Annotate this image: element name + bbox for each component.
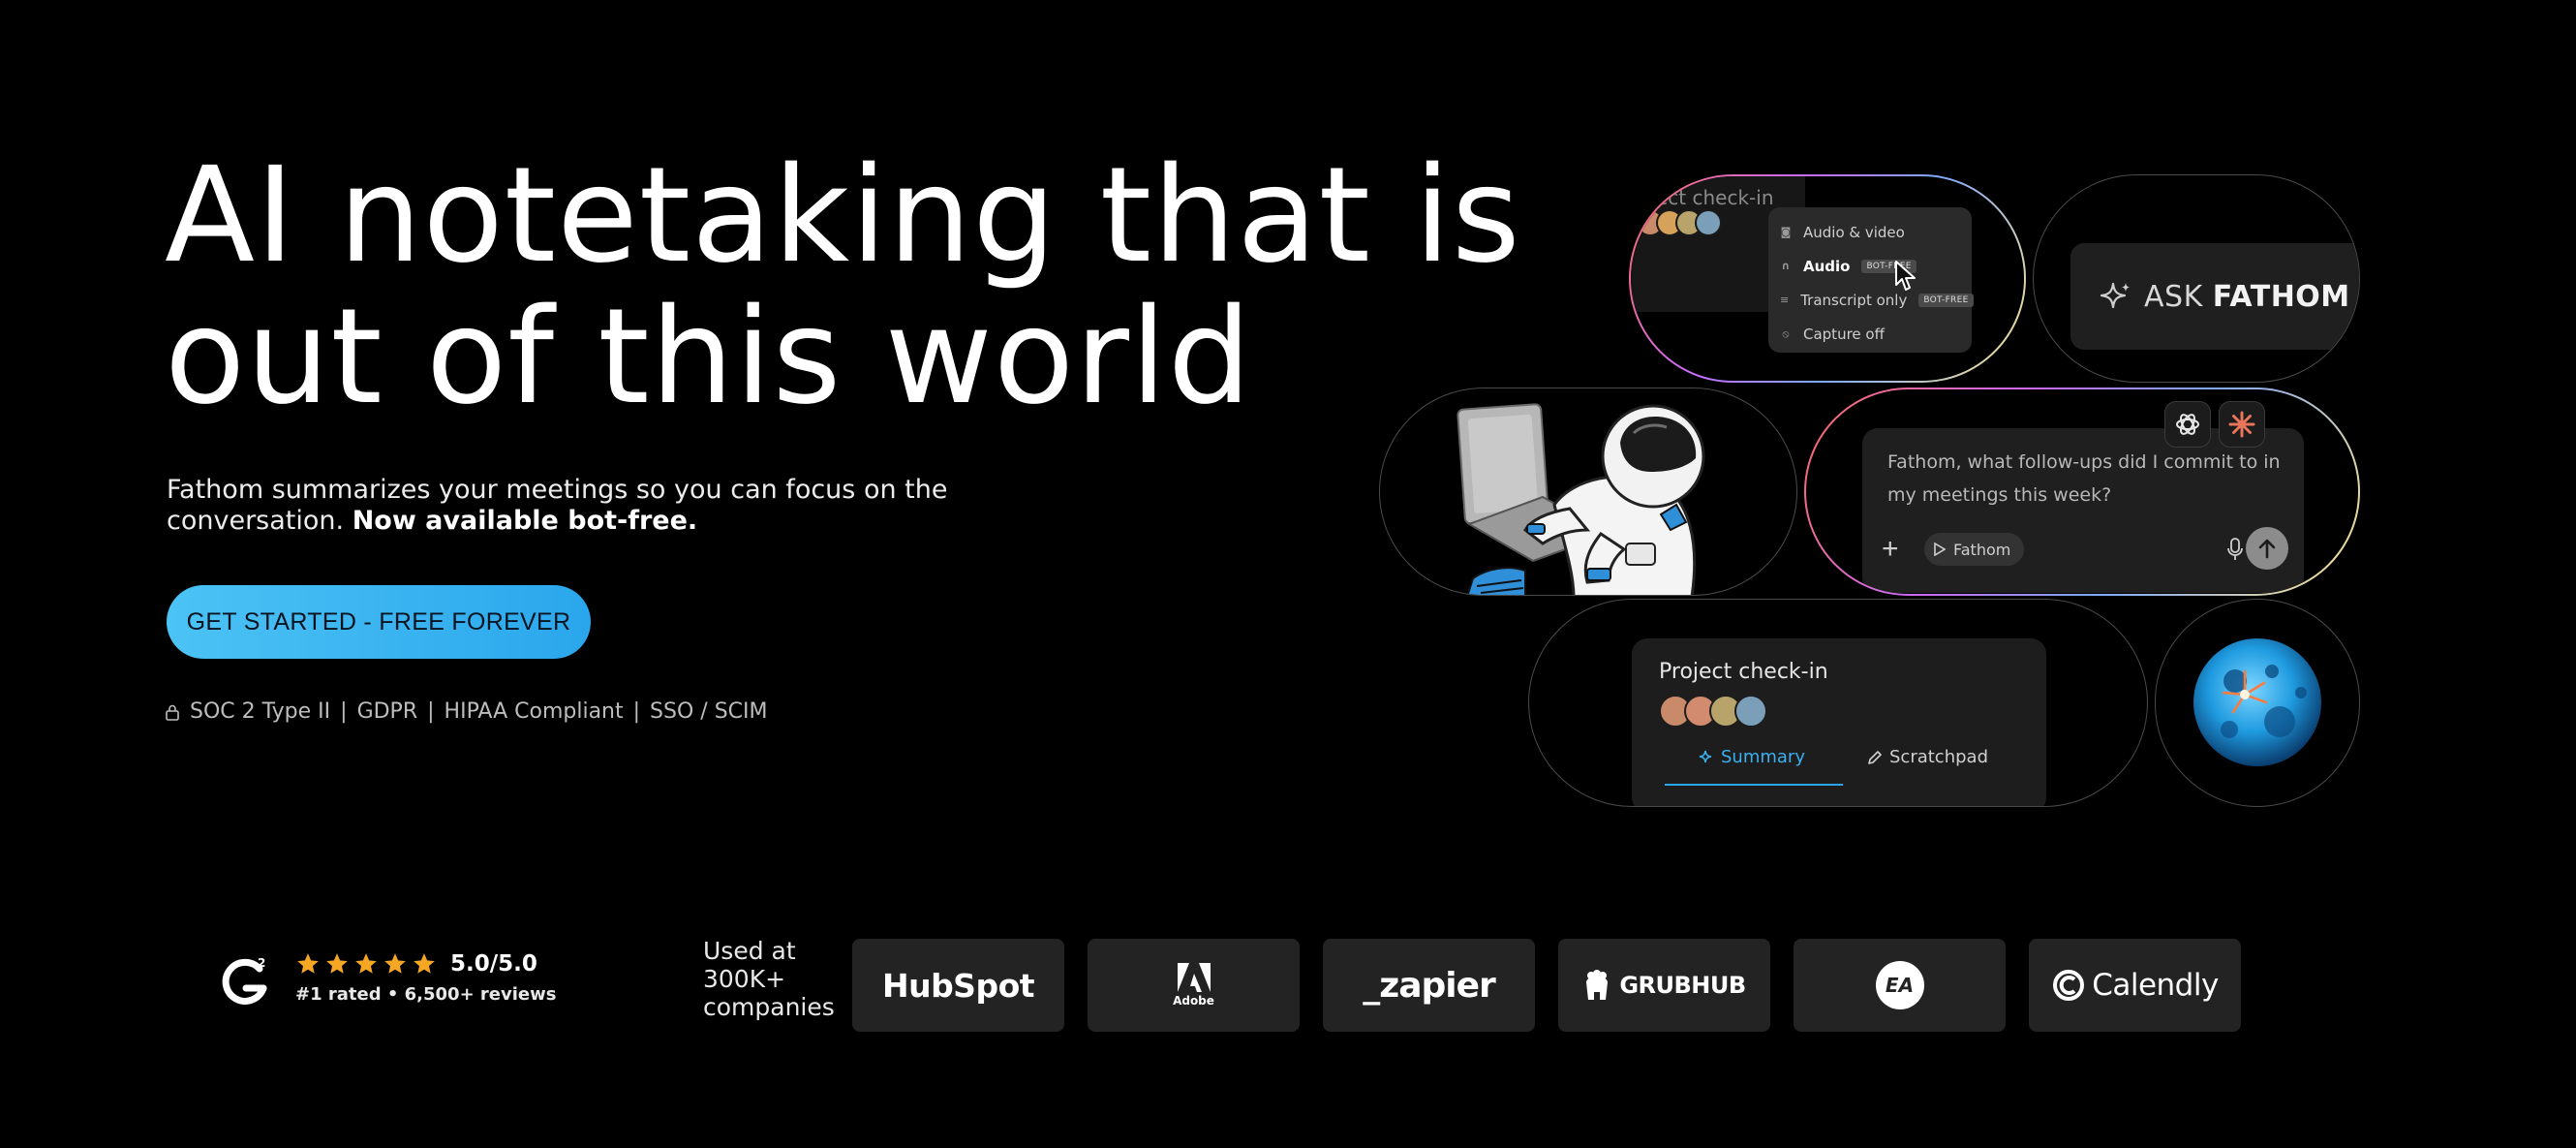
star-icon <box>297 953 319 974</box>
moon-pill <box>2155 599 2360 807</box>
lock-icon <box>165 703 180 721</box>
grubhub-logo: GRUBHUB <box>1558 939 1770 1032</box>
claude-icon <box>2228 411 2255 438</box>
play-icon <box>1934 543 1946 556</box>
send-button[interactable] <box>2246 527 2288 570</box>
compliance-soc2: SOC 2 Type II <box>190 699 331 724</box>
microphone-icon[interactable] <box>2226 537 2244 562</box>
meeting-card-title-partial: ect check-in <box>1656 186 1774 209</box>
claude-badge <box>2219 401 2265 448</box>
menu-item-transcript-only[interactable]: ≡ Transcript only BOT-FREE <box>1768 283 1974 317</box>
lines-icon: ≡ <box>1780 293 1790 306</box>
compliance-separator: | <box>632 699 641 724</box>
star-rating: 5.0/5.0 <box>295 951 556 977</box>
company-name: _zapier <box>1363 965 1496 1006</box>
menu-item-audio[interactable]: ∩ Audio BOT-FREE <box>1768 249 1972 283</box>
chat-prompt-text[interactable]: Fathom, what follow-ups did I commit to … <box>1887 446 2294 512</box>
avatar <box>1695 209 1722 236</box>
ask-fathom-pill: ASK FATHOM <box>2033 174 2360 383</box>
pencil-icon <box>1868 750 1882 764</box>
company-name: EA <box>1885 974 1915 997</box>
company-name: Adobe <box>1173 994 1214 1008</box>
star-icon <box>414 953 435 974</box>
arrow-up-icon <box>2258 539 2276 559</box>
menu-item-label: Audio & video <box>1803 223 1905 241</box>
active-tab-indicator <box>1665 784 1843 786</box>
openai-icon <box>2176 414 2199 435</box>
ea-logo: EA <box>1794 939 2006 1032</box>
avatar <box>1734 695 1767 728</box>
tab-label: Summary <box>1721 747 1805 767</box>
headline-line-1: AI notetaking that is <box>165 140 1521 293</box>
headline-line-2: out of this world <box>165 281 1253 434</box>
zapier-logo: _zapier <box>1323 939 1535 1032</box>
chat-input-box[interactable]: Fathom, what follow-ups did I commit to … <box>1862 428 2304 593</box>
ask-fathom-label: ASK FATHOM <box>2144 280 2350 314</box>
recording-mode-menu: ◙ Audio & video ∩ Audio BOT-FREE ≡ Trans… <box>1768 207 1974 353</box>
company-name: GRUBHUB <box>1619 972 1746 999</box>
compliance-separator: | <box>427 699 435 724</box>
g2-logo-icon: 2 <box>222 956 267 1005</box>
sparkle-icon <box>1699 750 1712 762</box>
rating-block: 5.0/5.0 #1 rated • 6,500+ reviews <box>295 951 556 1005</box>
menu-item-label: Audio <box>1803 257 1851 275</box>
ai-chat-pill: Fathom, what follow-ups did I commit to … <box>1804 388 2360 596</box>
astronaut-illustration <box>1457 403 1705 595</box>
moon-illustration <box>2193 638 2321 766</box>
participant-avatars <box>1659 695 1767 728</box>
hubspot-logo: HubSpot <box>852 939 1064 1032</box>
add-attachment-button[interactable]: + <box>1882 535 1899 564</box>
menu-item-capture-off[interactable]: ⦸ Capture off <box>1768 317 1972 351</box>
fathom-word: FATHOM <box>2212 279 2350 314</box>
adobe-icon <box>1177 963 1211 992</box>
svg-text:2: 2 <box>258 956 265 970</box>
tab-scratchpad[interactable]: Scratchpad <box>1866 747 1988 767</box>
compliance-separator: | <box>340 699 348 724</box>
used-at-label: Used at 300K+ companies <box>703 937 835 1021</box>
menu-item-audio-video[interactable]: ◙ Audio & video <box>1768 215 1972 249</box>
star-icon <box>355 953 377 974</box>
rating-score: 5.0/5.0 <box>450 951 537 977</box>
ask-fathom-box[interactable]: ASK FATHOM <box>2070 243 2359 350</box>
get-started-button[interactable]: GET STARTED - FREE FOREVER <box>167 585 591 659</box>
meeting-summary-pill: Project check-in Summary Scratchpad <box>1528 599 2148 807</box>
participant-avatars <box>1637 209 1722 236</box>
calendly-logo: Calendly <box>2029 939 2241 1032</box>
tab-summary[interactable]: Summary <box>1698 747 1805 767</box>
ea-badge: EA <box>1875 961 1924 1009</box>
subtitle-bold: Now available bot-free. <box>352 506 698 536</box>
recording-mode-pill: ect check-in ◙ Audio & video ∩ Audio BOT… <box>1629 174 2026 383</box>
compliance-sso: SSO / SCIM <box>650 699 768 724</box>
hero-headline: AI notetaking that is out of this world <box>165 140 1521 434</box>
menu-item-label: Transcript only <box>1800 291 1908 309</box>
compliance-gdpr: GDPR <box>356 699 418 724</box>
adobe-logo: Adobe <box>1088 939 1300 1032</box>
meeting-title: Project check-in <box>1659 660 1828 684</box>
meeting-card[interactable]: Project check-in Summary Scratchpad <box>1632 638 2046 806</box>
astronaut-pill <box>1379 388 1797 596</box>
star-icon <box>326 953 348 974</box>
hero-subtitle: Fathom summarizes your meetings so you c… <box>167 475 1038 537</box>
headphones-icon: ∩ <box>1781 259 1791 272</box>
chatgpt-badge <box>2164 401 2211 448</box>
compliance-list: SOC 2 Type II | GDPR | HIPAA Compliant |… <box>165 699 768 724</box>
calendly-icon <box>2053 970 2085 1001</box>
bot-free-badge: BOT-FREE <box>1918 293 1974 307</box>
chip-label: Fathom <box>1953 540 2011 559</box>
tab-label: Scratchpad <box>1889 747 1988 767</box>
mouse-cursor-icon <box>1895 261 1916 291</box>
review-count: #1 rated • 6,500+ reviews <box>295 984 557 1005</box>
sparkle-icon <box>2100 282 2130 309</box>
star-icon <box>384 953 406 974</box>
capture-off-icon: ⦸ <box>1782 326 1790 340</box>
grubhub-icon <box>1586 970 1609 1000</box>
menu-item-label: Capture off <box>1803 325 1885 343</box>
company-name: Calendly <box>2092 968 2219 1003</box>
ask-word: ASK <box>2144 279 2203 314</box>
camera-icon: ◙ <box>1780 225 1792 238</box>
fathom-source-chip[interactable]: Fathom <box>1924 533 2025 566</box>
company-name: HubSpot <box>881 966 1035 1005</box>
compliance-hipaa: HIPAA Compliant <box>444 699 624 724</box>
